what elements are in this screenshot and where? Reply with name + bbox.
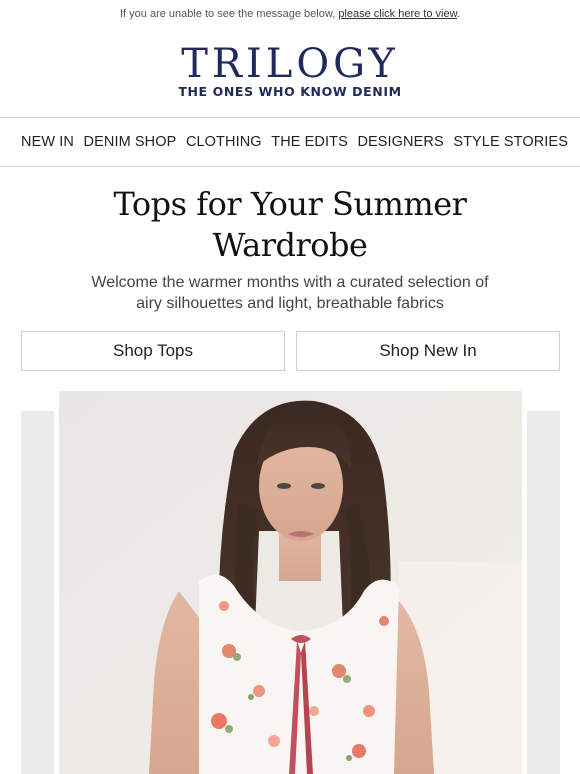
nav-item-denim-shop[interactable]: DENIM SHOP [84,134,177,150]
hero-image[interactable] [59,391,522,774]
shop-tops-button[interactable]: Shop Tops [21,331,285,371]
brand-tagline: THE ONES WHO KNOW DENIM [178,84,402,99]
view-in-browser-link[interactable]: please click here to view [338,8,457,20]
nav-item-new-in[interactable]: NEW IN [21,134,74,150]
page-subtitle: Welcome the warmer months with a curated… [91,274,489,312]
headline-line-2: Wardrobe [212,226,368,264]
page-headline: Tops for Your Summer Wardrobe [0,184,580,266]
nav-item-the-edits[interactable]: THE EDITS [271,134,348,150]
nav-item-style-stories[interactable]: STYLE STORIES [453,134,568,150]
headline-line-1: Tops for Your Summer [113,185,467,223]
preheader: If you are unable to see the message bel… [0,0,580,28]
shop-new-in-button[interactable]: Shop New In [296,331,560,371]
carousel-left-panel [21,411,54,774]
hero-photo-illustration [59,391,522,774]
nav-bottom-divider [0,166,580,167]
carousel-right-panel [527,411,560,774]
nav-item-clothing[interactable]: CLOTHING [186,134,262,150]
brand-logo[interactable]: TRILOGY [0,44,580,84]
nav-item-designers[interactable]: DESIGNERS [357,134,443,150]
main-nav: NEW IN DENIM SHOP CLOTHING THE EDITS DES… [0,118,580,166]
preheader-text: If you are unable to see the message bel… [120,8,339,20]
preheader-suffix: . [456,8,460,20]
